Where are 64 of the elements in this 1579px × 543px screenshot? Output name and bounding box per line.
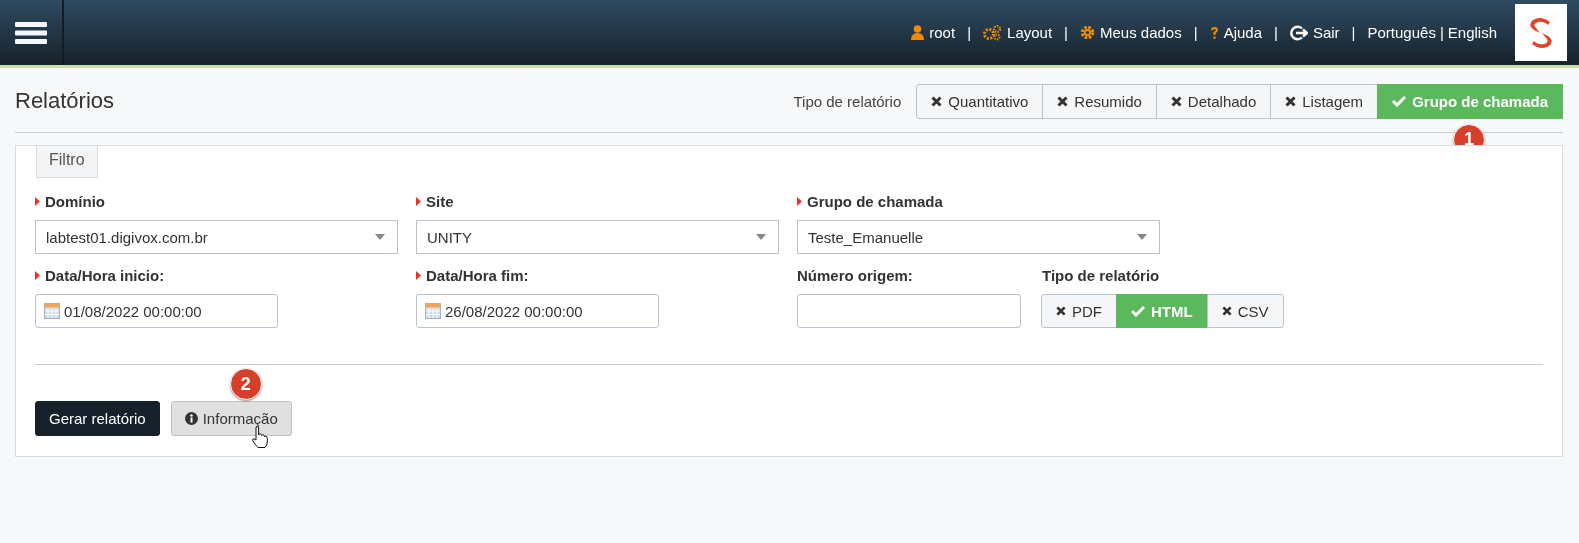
nav-link[interactable]: Sair <box>1289 24 1340 41</box>
gear-icon <box>1080 25 1095 40</box>
calendar-icon <box>425 303 441 319</box>
separator-text: | <box>1274 24 1278 41</box>
close-icon <box>1221 306 1232 316</box>
nav-link[interactable]: Português <box>1367 24 1436 41</box>
close-icon <box>1057 95 1069 107</box>
filter-tab[interactable]: Filtro <box>36 146 98 178</box>
required-marker-icon <box>416 196 421 206</box>
report-type-tab[interactable]: Quantitativo <box>916 83 1044 119</box>
question-icon <box>1209 25 1219 40</box>
gears-icon <box>983 24 1003 41</box>
format-option[interactable]: CSV <box>1206 294 1284 328</box>
required-marker-icon <box>416 270 421 280</box>
nav-link[interactable]: Meus dados <box>1080 24 1182 41</box>
required-marker-icon <box>35 270 40 280</box>
check-icon <box>1392 95 1407 107</box>
user-icon <box>911 25 925 40</box>
callout-badge: 2 <box>229 368 262 400</box>
generate-report-button[interactable]: Gerar relatório <box>35 401 160 436</box>
date-field[interactable]: 01/08/2022 00:00:00 <box>35 294 278 328</box>
close-icon <box>1170 95 1182 107</box>
report-type-tab[interactable]: Resumido <box>1042 83 1157 119</box>
field-label: Grupo de chamada <box>807 192 943 210</box>
required-marker-icon <box>35 196 40 206</box>
menu-icon <box>15 21 47 44</box>
dropdown-caret-icon <box>756 234 766 240</box>
dropdown-caret-icon <box>375 234 385 240</box>
info-icon <box>184 412 198 425</box>
select-field[interactable]: UNITY <box>416 220 779 254</box>
nav-link[interactable]: Ajuda <box>1209 24 1262 41</box>
field-label: Tipo de relatório <box>1042 266 1160 284</box>
nav-link[interactable]: Layout <box>983 24 1053 41</box>
separator-text: | <box>1193 24 1198 41</box>
check-icon <box>1131 305 1145 317</box>
hand-cursor-icon <box>250 426 269 448</box>
report-type-label: Tipo de relatório <box>793 92 902 110</box>
separator-text: | <box>1439 24 1444 41</box>
separator-text: | <box>1351 24 1356 41</box>
info-button[interactable]: Informação <box>170 401 292 436</box>
field-label: Data/Hora inicio: <box>45 266 165 284</box>
required-marker-icon <box>797 196 802 206</box>
report-type-tab[interactable]: Detalhado <box>1155 83 1272 119</box>
nav-link[interactable]: root <box>911 24 956 41</box>
logout-icon <box>1289 24 1308 41</box>
field-label: Site <box>426 192 454 210</box>
input-field[interactable] <box>797 294 1021 328</box>
select-field[interactable]: labtest01.digivox.com.br <box>35 220 398 254</box>
close-icon <box>931 95 943 107</box>
separator-text: | <box>967 24 972 41</box>
dropdown-caret-icon <box>1137 234 1147 240</box>
page-title: Relatórios <box>15 88 116 114</box>
field-label: Data/Hora fim: <box>426 266 529 284</box>
separator-text: | <box>1064 24 1068 41</box>
calendar-icon <box>44 303 60 319</box>
select-field[interactable]: Teste_Emanuelle <box>797 220 1160 254</box>
format-option[interactable]: PDF <box>1041 294 1117 328</box>
nav-link[interactable]: English <box>1447 24 1497 41</box>
field-label: Número origem: <box>797 266 913 284</box>
close-icon <box>1285 95 1297 107</box>
date-field[interactable]: 26/08/2022 00:00:00 <box>416 294 659 328</box>
close-icon <box>1056 306 1066 316</box>
report-type-tab[interactable]: Listagem <box>1270 83 1379 119</box>
field-label: Domínio <box>45 192 105 210</box>
